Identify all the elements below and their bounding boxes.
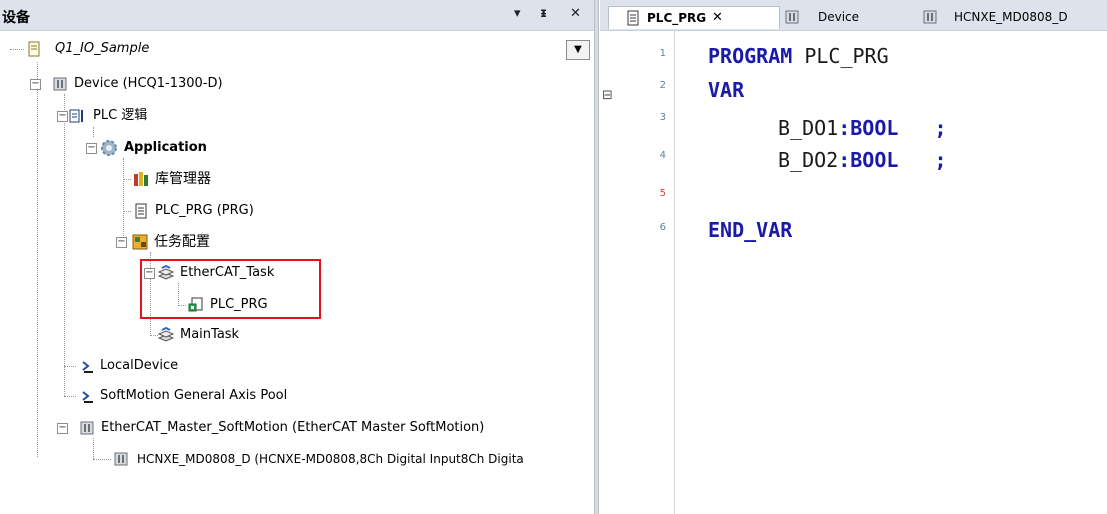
keyword: VAR <box>708 78 745 102</box>
device-icon <box>80 421 94 435</box>
semicolon: ; <box>898 148 947 172</box>
device-icon <box>785 10 799 24</box>
document-icon <box>627 10 639 26</box>
tree-label: HCNXE_MD0808_D (HCNXE-MD0808,8Ch Digital… <box>137 452 524 466</box>
devices-panel: 设备 ▾ ᵻ ✕ Q1_IO_Sample ▼ − Device (HCQ1-1… <box>0 0 594 514</box>
tree-label: PLC_PRG (PRG) <box>155 203 254 218</box>
fold-marker-icon[interactable]: ⊟ <box>602 88 613 103</box>
project-icon <box>28 41 40 57</box>
colon: : <box>838 116 851 140</box>
keyword: PROGRAM <box>708 44 793 68</box>
device-icon <box>114 452 128 466</box>
tree-label: EtherCAT_Master_SoftMotion (EtherCAT Mas… <box>101 420 485 435</box>
project-name: Q1_IO_Sample <box>55 41 150 56</box>
tab-device[interactable]: Device <box>778 6 900 28</box>
tree-label: SoftMotion General Axis Pool <box>100 388 288 403</box>
line-number: 6 <box>659 222 666 233</box>
tree-label: 库管理器 <box>155 171 211 187</box>
close-icon[interactable]: ✕ <box>712 7 723 29</box>
semicolon: ; <box>898 116 947 140</box>
panel-menu-button[interactable]: ▾ <box>514 6 521 21</box>
collapse-toggle[interactable]: − <box>116 237 127 248</box>
tab-label: Device <box>818 10 860 24</box>
gutter-separator <box>674 31 675 514</box>
plc-logic-icon <box>69 109 83 123</box>
code-line-3: B_DO1:BOOL ; <box>778 116 947 140</box>
collapse-toggle[interactable]: − <box>57 423 68 434</box>
tab-plc-prg[interactable]: PLC_PRG ✕ <box>608 6 780 29</box>
code-line-6: END_VAR <box>708 218 792 242</box>
collapse-toggle[interactable]: − <box>30 79 41 90</box>
line-number: 5 <box>659 188 666 199</box>
code-line-4: B_DO2:BOOL ; <box>778 148 947 172</box>
tree-label: MainTask <box>180 327 240 342</box>
tree-label: Application <box>124 140 207 155</box>
task-icon <box>158 327 174 342</box>
code-line-2: VAR <box>708 78 744 102</box>
project-selector[interactable]: Q1_IO_Sample ▼ <box>0 38 592 60</box>
devices-panel-header: 设备 ▾ ᵻ ✕ <box>0 0 594 31</box>
colon: : <box>838 148 851 172</box>
tree-label: 任务配置 <box>154 234 210 250</box>
identifier: PLC_PRG <box>792 44 889 68</box>
axis-icon <box>82 391 93 403</box>
document-icon <box>135 203 147 219</box>
type-name: BOOL <box>850 148 899 172</box>
tree-label: PLC 逻辑 <box>93 108 148 123</box>
chevron-down-icon[interactable]: ▼ <box>566 40 590 60</box>
type-name: BOOL <box>850 116 899 140</box>
gear-icon <box>101 140 117 156</box>
line-number: 3 <box>659 112 666 123</box>
editor-tab-bar: PLC_PRG ✕ Device HCNXE_MD0808_D <box>600 0 1107 31</box>
panel-title: 设备 <box>2 10 30 26</box>
close-panel-button[interactable]: ✕ <box>570 6 581 21</box>
line-number: 2 <box>659 80 666 91</box>
tab-label: HCNXE_MD0808_D <box>954 10 1068 24</box>
tab-hcnxe[interactable]: HCNXE_MD0808_D <box>900 6 1105 28</box>
variable-name: B_DO2 <box>778 148 839 172</box>
code-editor[interactable] <box>600 31 1107 514</box>
highlight-box <box>140 259 321 319</box>
device-icon <box>923 10 937 24</box>
tree-label: Device (HCQ1-1300-D) <box>74 76 223 91</box>
pin-button[interactable]: ᵻ <box>540 6 547 21</box>
line-number: 1 <box>659 48 666 59</box>
device-icon <box>53 77 67 91</box>
collapse-toggle[interactable]: − <box>57 111 68 122</box>
panel-splitter[interactable] <box>594 0 599 514</box>
keyword: END_VAR <box>708 218 793 242</box>
line-number: 4 <box>659 150 666 161</box>
tree-label: LocalDevice <box>100 358 179 373</box>
variable-name: B_DO1 <box>778 116 839 140</box>
code-line-1: PROGRAM PLC_PRG <box>708 44 889 68</box>
task-config-icon <box>132 234 148 250</box>
library-icon <box>134 172 148 186</box>
tab-label: PLC_PRG <box>647 11 707 25</box>
axis-icon <box>82 361 93 373</box>
collapse-toggle[interactable]: − <box>86 143 97 154</box>
